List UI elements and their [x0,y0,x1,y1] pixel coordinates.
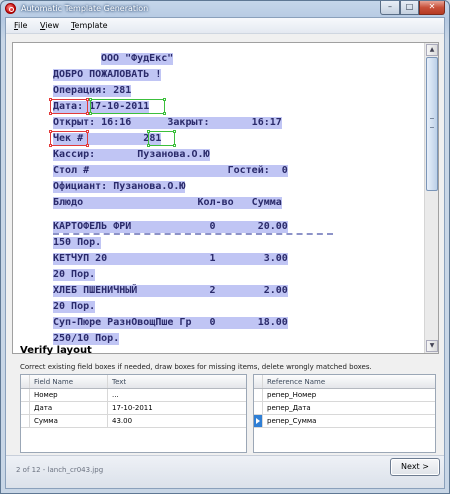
window-title: Automatic Template Generation [21,4,149,13]
verify-instructions: Correct existing field boxes if needed, … [20,363,372,371]
reference-table-header: Reference Name [254,375,435,389]
scroll-down-arrow-icon[interactable]: ▼ [426,340,438,352]
close-button[interactable]: ✕ [419,1,445,15]
field-name-cell[interactable]: Номер [30,389,108,401]
row-selector[interactable] [21,402,30,414]
column-header-reference-name[interactable]: Reference Name [263,375,437,388]
receipt-line: Суп-Пюре РазнОвощПше Гр 0 18.00 [53,317,288,329]
field-box-date[interactable] [89,98,166,115]
row-selector[interactable] [254,402,263,414]
receipt-line: Официант: Пузанова.О.Ю [53,181,186,193]
reference-box-date[interactable] [49,98,89,115]
receipt: ООО "ФудЕкс" ДОБРО ПОЖАЛОВАТЬ ! Операция… [17,45,424,351]
receipt-line: ООО "ФудЕкс" [101,53,174,65]
receipt-line: Операция: 281 [53,85,132,97]
receipt-line: КЕТЧУП 20 1 3.00 [53,253,288,265]
receipt-line: КАРТОФЕЛЬ ФРИ 0 20.00 [53,221,288,233]
receipt-line: ХЛЕБ ПШЕНИЧНЫЙ 2 2.00 [53,285,288,297]
menu-file[interactable]: File [14,21,27,30]
app-icon [5,3,16,14]
reference-name-cell[interactable]: репер_Сумма [263,415,437,427]
maximize-button[interactable]: □ [400,1,419,15]
app-window: Automatic Template Generation – □ ✕ File… [0,0,450,494]
column-header-field-name[interactable]: Field Name [30,375,108,388]
table-row[interactable]: Дата 17-10-2011 [21,402,246,415]
title-bar[interactable]: Automatic Template Generation – □ ✕ [1,1,449,17]
reference-name-cell[interactable]: репер_Дата [263,402,437,414]
table-row[interactable]: репер_Номер [254,389,435,402]
row-selector-header [21,375,30,388]
receipt-line: Кассир: Пузанова.О.Ю [53,149,210,161]
row-selector-header [254,375,263,388]
minimize-button[interactable]: – [380,1,400,15]
receipt-line: Блюдо Кол-во Сумма [53,197,282,209]
receipt-line: 150 Пор. [53,237,102,249]
field-box-number[interactable] [147,130,176,147]
fields-table-header: Field Name Text [21,375,246,389]
next-button[interactable]: Next > [390,458,440,476]
scroll-up-arrow-icon[interactable]: ▲ [426,44,438,56]
receipt-line: 20 Пор. [53,301,96,313]
status-bar: 2 of 12 - lanch_cr043.jpg Next > [6,455,444,488]
table-row-selected[interactable]: репер_Сумма [254,415,435,428]
verify-layout-heading: Verify layout [20,345,92,356]
receipt-line: ДОБРО ПОЖАЛОВАТЬ ! [53,69,162,81]
row-selector[interactable] [21,389,30,401]
status-text: 2 of 12 - lanch_cr043.jpg [16,466,104,474]
reference-box-number[interactable] [49,130,89,147]
menu-view[interactable]: View [40,21,59,30]
current-row-indicator-icon[interactable] [254,415,263,427]
table-row[interactable]: Сумма 43.00 [21,415,246,428]
row-selector[interactable] [21,415,30,427]
reference-table: Reference Name репер_Номер репер_Дата ре… [253,374,436,453]
reference-name-cell[interactable]: репер_Номер [263,389,437,401]
field-text-cell[interactable]: ... [108,389,248,401]
row-selector[interactable] [254,389,263,401]
field-name-cell[interactable]: Дата [30,402,108,414]
menu-template-label: emplate [74,21,108,30]
document-viewer[interactable]: ООО "ФудЕкс" ДОБРО ПОЖАЛОВАТЬ ! Операция… [12,42,439,354]
table-row[interactable]: репер_Дата [254,402,435,415]
menu-file-label: ile [18,21,28,30]
receipt-line: 20 Пор. [53,269,96,281]
table-row[interactable]: Номер ... [21,389,246,402]
fields-table: Field Name Text Номер ... Дата 17-10-201… [20,374,247,453]
field-name-cell[interactable]: Сумма [30,415,108,427]
receipt-line: Открыт: 16:16 Закрыт: 16:17 [53,117,282,129]
document-scrollbar[interactable]: ▲ ▼ [424,43,438,353]
field-text-cell[interactable]: 43.00 [108,415,248,427]
column-header-text[interactable]: Text [108,375,248,388]
receipt-separator [53,233,333,235]
field-text-cell[interactable]: 17-10-2011 [108,402,248,414]
scrollbar-thumb[interactable] [426,57,438,191]
menu-template[interactable]: Template [71,21,108,30]
receipt-image[interactable]: ООО "ФудЕкс" ДОБРО ПОЖАЛОВАТЬ ! Операция… [17,45,424,351]
client-area: File View Template ООО "ФудЕкс" ДОБРО ПО… [5,17,445,489]
receipt-line: Стол # Гостей: 0 [53,165,288,177]
menu-view-label: iew [45,21,59,30]
menu-bar: File View Template [6,18,444,34]
receipt-line: 250/10 Пор. [53,333,120,345]
